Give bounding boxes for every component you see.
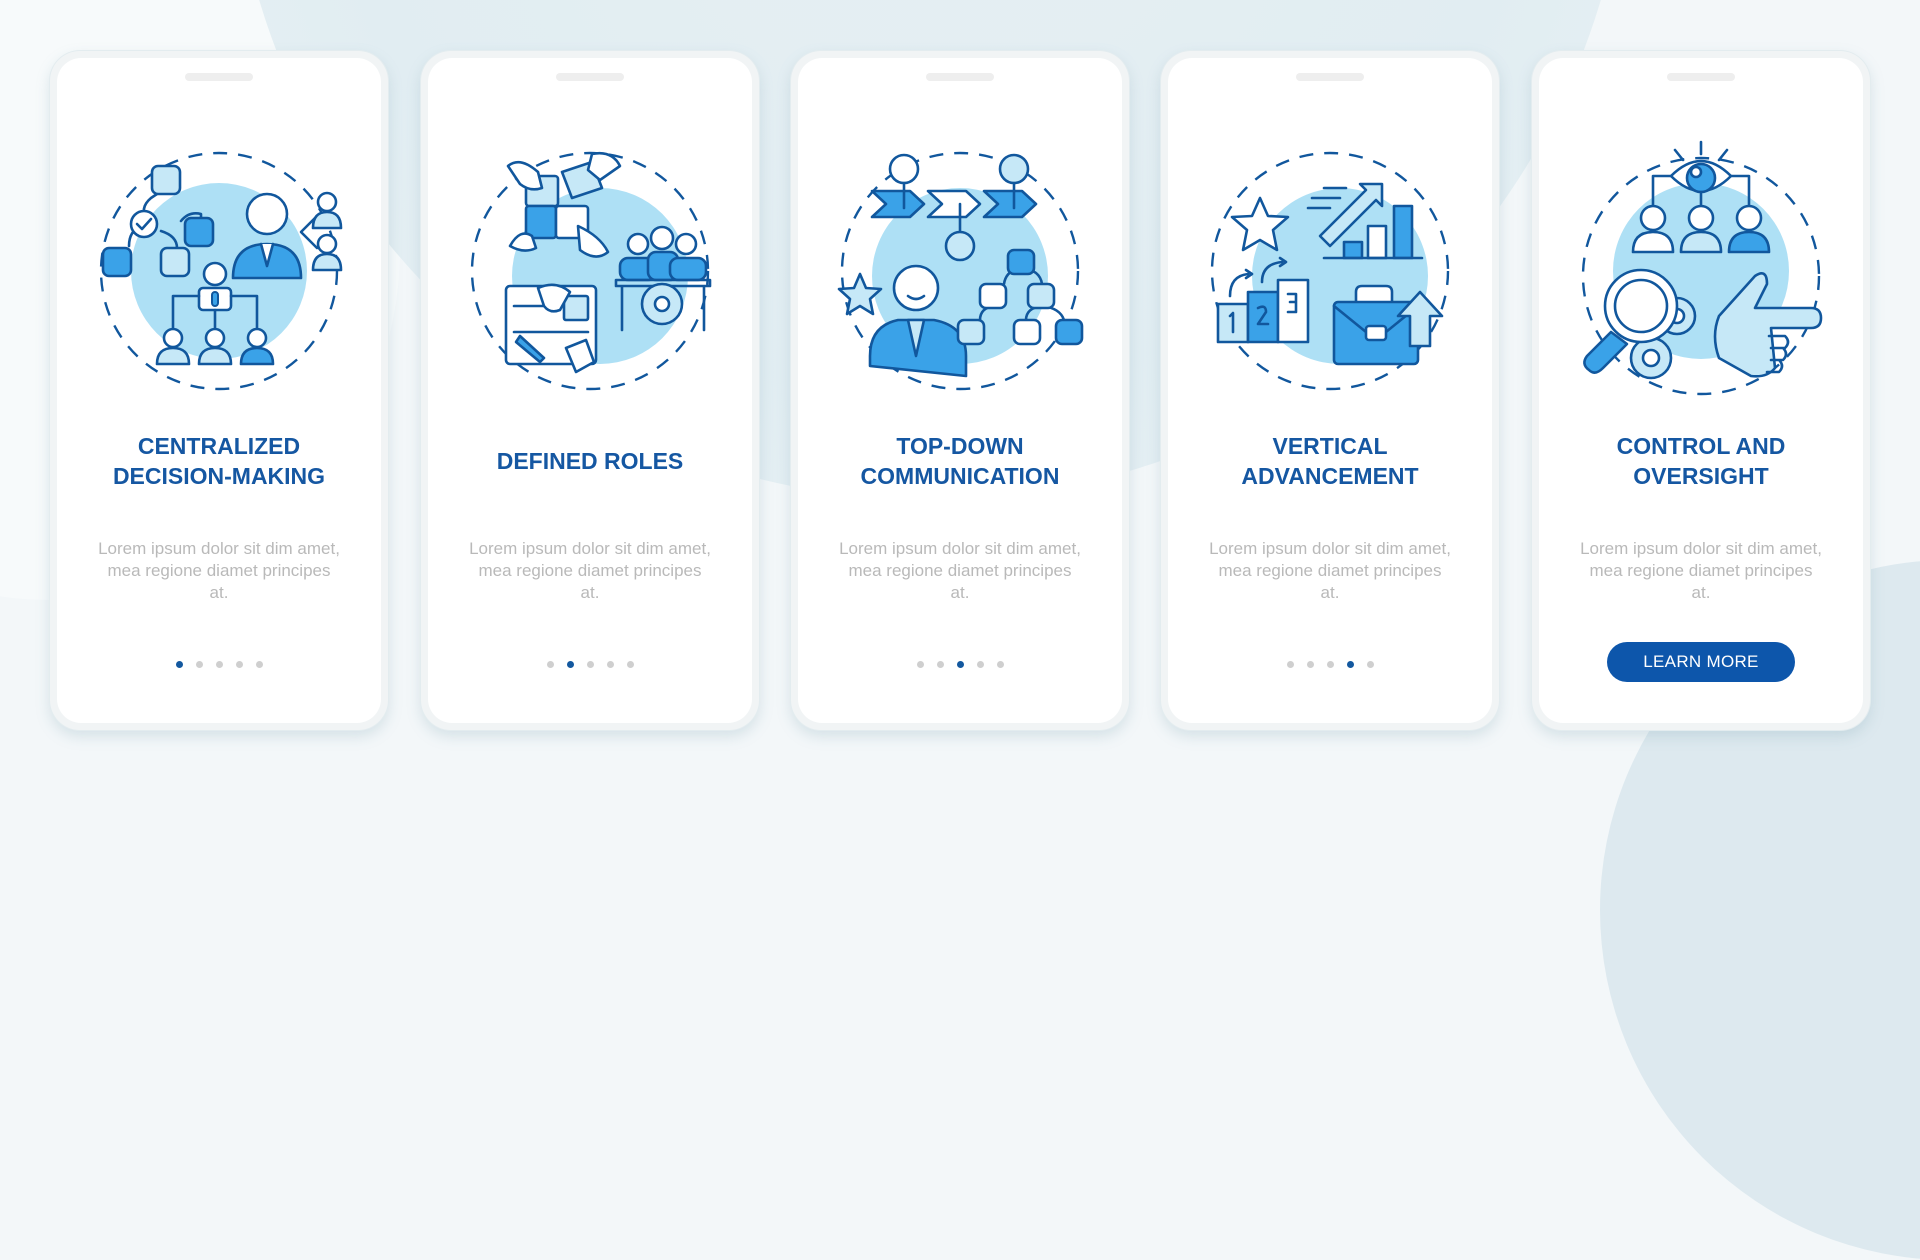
- page-dot[interactable]: [936, 661, 944, 668]
- page-dot[interactable]: [195, 661, 203, 668]
- title-line: VERTICAL: [1272, 433, 1388, 459]
- page-dot[interactable]: [546, 661, 554, 668]
- screen-body: CENTRALIZED DECISION-MAKING Lorem ipsum d…: [57, 58, 381, 723]
- onboarding-screen-3: TOP-DOWN COMMUNICATION Lorem ipsum dolor …: [791, 51, 1129, 730]
- screen-title: DEFINED ROLES: [438, 430, 742, 492]
- page-dot-active[interactable]: [1346, 661, 1354, 668]
- page-dot[interactable]: [606, 661, 614, 668]
- screen-description: Lorem ipsum dolor sit dim amet, mea regi…: [469, 539, 711, 602]
- page-dot[interactable]: [1286, 661, 1294, 668]
- page-dot[interactable]: [1326, 661, 1334, 668]
- page-dot[interactable]: [586, 661, 594, 668]
- speaker-notch: [926, 73, 994, 81]
- onboarding-screen-4: VERTICAL ADVANCEMENT Lorem ipsum dolor si…: [1161, 51, 1499, 730]
- speaker-notch: [1667, 73, 1735, 81]
- learn-more-button[interactable]: LEARN MORE: [1607, 642, 1795, 682]
- screen-title: TOP-DOWN COMMUNICATION: [808, 430, 1112, 492]
- screen-description: Lorem ipsum dolor sit dim amet, mea regi…: [1209, 539, 1451, 602]
- onboarding-screen-1: CENTRALIZED DECISION-MAKING Lorem ipsum d…: [50, 51, 388, 730]
- onboarding-screen-2: DEFINED ROLES Lorem ipsum dolor sit dim …: [421, 51, 759, 730]
- title-line: TOP-DOWN: [896, 433, 1024, 459]
- page-dot-active[interactable]: [175, 661, 183, 668]
- title-line: CONTROL AND: [1616, 433, 1786, 459]
- pagination-dots: [1168, 661, 1492, 668]
- title-line: DECISION-MAKING: [112, 463, 326, 489]
- title-line: CENTRALIZED: [137, 433, 301, 459]
- screen-body: DEFINED ROLES Lorem ipsum dolor sit dim …: [428, 58, 752, 723]
- defined-roles-icon: [460, 136, 720, 396]
- pagination-dots: [798, 661, 1122, 668]
- page-dot[interactable]: [976, 661, 984, 668]
- onboarding-screen-5: CONTROL AND OVERSIGHT Lorem ipsum dolor s…: [1532, 51, 1870, 730]
- page-dot[interactable]: [215, 661, 223, 668]
- title-line: DEFINED ROLES: [496, 448, 684, 474]
- page-dot[interactable]: [916, 661, 924, 668]
- screen-description: Lorem ipsum dolor sit dim amet, mea regi…: [1580, 539, 1822, 602]
- title-line: OVERSIGHT: [1633, 463, 1769, 489]
- page-dot[interactable]: [1306, 661, 1314, 668]
- screen-description: Lorem ipsum dolor sit dim amet, mea regi…: [98, 539, 340, 602]
- screen-body: VERTICAL ADVANCEMENT Lorem ipsum dolor si…: [1168, 58, 1492, 723]
- control-and-oversight-icon: [1571, 136, 1831, 396]
- page-dot[interactable]: [255, 661, 263, 668]
- screen-body: CONTROL AND OVERSIGHT Lorem ipsum dolor s…: [1539, 58, 1863, 723]
- page-dot-active[interactable]: [566, 661, 574, 668]
- speaker-notch: [185, 73, 253, 81]
- pagination-dots: [428, 661, 752, 668]
- page-dot[interactable]: [235, 661, 243, 668]
- centralized-decision-making-icon: [89, 136, 349, 396]
- screen-description: Lorem ipsum dolor sit dim amet, mea regi…: [839, 539, 1081, 602]
- page-dot-active[interactable]: [956, 661, 964, 668]
- page-dot[interactable]: [1366, 661, 1374, 668]
- screen-title: CONTROL AND OVERSIGHT: [1549, 430, 1853, 492]
- screen-title: VERTICAL ADVANCEMENT: [1178, 430, 1482, 492]
- speaker-notch: [556, 73, 624, 81]
- screen-title: CENTRALIZED DECISION-MAKING: [67, 430, 371, 492]
- pagination-dots: [57, 661, 381, 668]
- vertical-advancement-icon: [1200, 136, 1460, 396]
- page-dot[interactable]: [626, 661, 634, 668]
- screen-body: TOP-DOWN COMMUNICATION Lorem ipsum dolor …: [798, 58, 1122, 723]
- speaker-notch: [1296, 73, 1364, 81]
- page-dot[interactable]: [996, 661, 1004, 668]
- top-down-communication-icon: [830, 136, 1090, 396]
- title-line: ADVANCEMENT: [1241, 463, 1419, 489]
- title-line: COMMUNICATION: [860, 463, 1060, 489]
